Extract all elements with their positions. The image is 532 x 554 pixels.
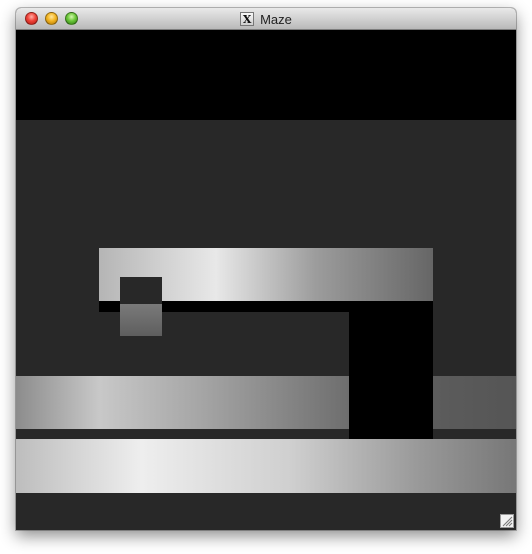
middle-wall-left bbox=[16, 376, 349, 429]
title-bar[interactable]: X Maze bbox=[16, 8, 516, 30]
corridor-opening bbox=[349, 301, 433, 439]
maze-viewport[interactable] bbox=[16, 30, 516, 530]
x11-icon: X bbox=[240, 12, 255, 26]
window-title: X Maze bbox=[16, 8, 516, 30]
resize-grip-icon[interactable] bbox=[500, 514, 514, 528]
window-title-text: Maze bbox=[260, 11, 292, 27]
near-wall bbox=[16, 439, 516, 493]
maze-window: X Maze bbox=[16, 8, 516, 530]
maze-ceiling bbox=[16, 30, 516, 120]
wall-opening bbox=[120, 277, 162, 304]
middle-wall-right bbox=[433, 376, 516, 429]
small-block bbox=[120, 304, 162, 336]
